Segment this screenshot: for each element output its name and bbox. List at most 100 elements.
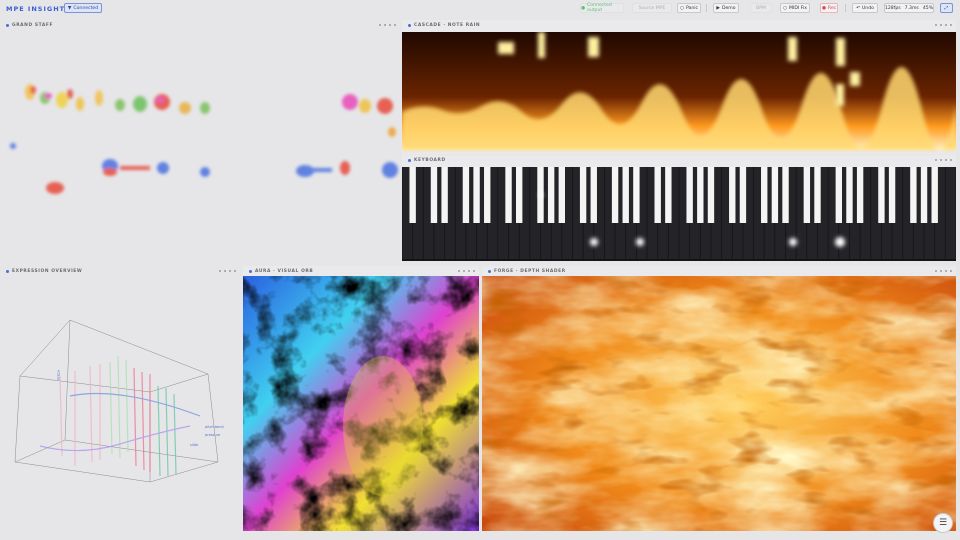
black-key[interactable] bbox=[473, 167, 480, 223]
readout-pressure: pressure bbox=[205, 433, 220, 437]
black-key[interactable] bbox=[558, 167, 565, 223]
black-key[interactable] bbox=[782, 167, 789, 223]
panel-header: FORGE · DEPTH SHADER bbox=[488, 266, 566, 276]
latency-stat: 7.3ms bbox=[904, 5, 919, 11]
black-key[interactable] bbox=[761, 167, 768, 223]
midi-fix-button[interactable]: ○ MIDI Fix bbox=[780, 3, 810, 13]
app-title: MPE INSIGHT bbox=[6, 5, 66, 13]
black-key[interactable] bbox=[633, 167, 640, 223]
undo-button[interactable]: ↶ Undo bbox=[852, 3, 878, 13]
source-button[interactable]: Source MPE bbox=[632, 3, 672, 13]
midi-fix-label: MIDI Fix bbox=[789, 5, 807, 11]
black-key[interactable] bbox=[462, 167, 470, 223]
divider bbox=[706, 4, 707, 12]
panel-controls[interactable] bbox=[935, 22, 952, 26]
grand-staff-canvas bbox=[10, 84, 398, 194]
black-key[interactable] bbox=[771, 167, 779, 223]
cascade-panel: CASCADE · NOTE RAIN bbox=[402, 20, 956, 154]
top-toolbar: MPE INSIGHT ▼ Connected ● Connected outp… bbox=[0, 0, 960, 17]
panel-title: FORGE · DEPTH SHADER bbox=[494, 268, 566, 274]
black-key[interactable] bbox=[484, 167, 491, 223]
black-key[interactable] bbox=[729, 167, 736, 223]
black-key[interactable] bbox=[910, 167, 917, 223]
panel-title: AURA · VISUAL ORB bbox=[255, 268, 314, 274]
record-icon: ● bbox=[821, 5, 826, 11]
play-icon: ▶ bbox=[716, 5, 720, 11]
panel-header: CASCADE · NOTE RAIN bbox=[408, 20, 480, 30]
bpm-button[interactable]: BPM bbox=[750, 3, 772, 13]
panel-controls[interactable] bbox=[458, 268, 475, 272]
black-key[interactable] bbox=[441, 167, 448, 223]
output-status: ● Connected output bbox=[580, 3, 624, 13]
connected-label: Connected bbox=[73, 5, 99, 11]
panic-icon: ○ bbox=[679, 5, 684, 11]
connected-button[interactable]: ▼ Connected bbox=[64, 3, 102, 13]
black-key[interactable] bbox=[707, 167, 715, 223]
black-key[interactable] bbox=[516, 167, 523, 223]
record-button[interactable]: ● Rec bbox=[820, 3, 838, 13]
bpm-label: BPM bbox=[756, 5, 766, 11]
forge-panel: FORGE · DEPTH SHADER bbox=[482, 266, 956, 531]
black-key[interactable] bbox=[814, 167, 821, 223]
black-key[interactable] bbox=[888, 167, 896, 223]
panel-header: AURA · VISUAL ORB bbox=[249, 266, 313, 276]
black-key[interactable] bbox=[803, 167, 811, 223]
panic-label: Panic bbox=[685, 5, 699, 11]
readout-slide: slide bbox=[190, 443, 198, 447]
black-key[interactable] bbox=[846, 167, 853, 223]
black-key[interactable] bbox=[739, 167, 747, 223]
keyboard-panel: KEYBOARD bbox=[402, 155, 956, 261]
fps-stat: 128fps bbox=[884, 5, 901, 11]
panel-dot-icon bbox=[6, 269, 9, 273]
depth-shader-canvas bbox=[482, 276, 956, 531]
panel-controls[interactable] bbox=[935, 157, 952, 161]
panel-header: KEYBOARD bbox=[408, 155, 446, 165]
panel-dot-icon bbox=[6, 23, 9, 27]
black-key[interactable] bbox=[611, 167, 619, 223]
visual-orb-canvas bbox=[243, 276, 479, 531]
undo-icon: ↶ bbox=[856, 5, 860, 11]
black-key[interactable] bbox=[697, 167, 704, 223]
black-key[interactable] bbox=[931, 167, 938, 223]
demo-label: Demo bbox=[721, 5, 736, 11]
black-key[interactable] bbox=[856, 167, 864, 223]
grand-staff-panel: GRAND STAFF bbox=[0, 20, 400, 264]
rec-label: Rec bbox=[827, 5, 837, 11]
piano-keyboard[interactable] bbox=[402, 167, 956, 261]
demo-button[interactable]: ▶ Demo bbox=[713, 3, 739, 13]
menu-button[interactable]: ☰ bbox=[933, 513, 953, 533]
panel-controls[interactable] bbox=[219, 268, 236, 272]
black-key[interactable] bbox=[835, 167, 842, 223]
status-dot-icon: ● bbox=[581, 5, 586, 11]
black-key[interactable] bbox=[505, 167, 512, 223]
panel-dot-icon bbox=[249, 269, 252, 273]
black-key[interactable] bbox=[579, 167, 587, 223]
source-label: Source MPE bbox=[638, 5, 666, 11]
fullscreen-icon: ⤢ bbox=[944, 6, 949, 11]
white-key[interactable] bbox=[945, 167, 956, 259]
black-key[interactable] bbox=[878, 167, 885, 223]
panel-title: GRAND STAFF bbox=[12, 22, 54, 28]
axis-label: PITCH bbox=[57, 369, 61, 380]
expression-panel: EXPRESSION OVERVIEW PITCH pitch bend pre… bbox=[0, 266, 240, 536]
midi-icon: ○ bbox=[783, 5, 788, 11]
black-key[interactable] bbox=[686, 167, 693, 223]
black-key[interactable] bbox=[430, 167, 438, 223]
fullscreen-button[interactable]: ⤢ bbox=[940, 3, 953, 13]
panel-title: EXPRESSION OVERVIEW bbox=[12, 268, 83, 274]
panel-title: CASCADE · NOTE RAIN bbox=[414, 22, 481, 28]
undo-label: Undo bbox=[861, 5, 874, 11]
panel-dot-icon bbox=[408, 158, 411, 162]
black-key[interactable] bbox=[590, 167, 597, 223]
black-key[interactable] bbox=[409, 167, 416, 223]
panel-controls[interactable] bbox=[379, 22, 396, 26]
black-key[interactable] bbox=[654, 167, 661, 223]
black-key[interactable] bbox=[547, 167, 555, 223]
black-key[interactable] bbox=[665, 167, 672, 223]
panel-header: EXPRESSION OVERVIEW bbox=[6, 266, 82, 276]
panic-button[interactable]: ○ Panic bbox=[677, 3, 701, 13]
black-key[interactable] bbox=[622, 167, 629, 223]
black-key[interactable] bbox=[920, 167, 928, 223]
panel-controls[interactable] bbox=[935, 268, 952, 272]
cpu-stat: 45% bbox=[922, 5, 934, 11]
